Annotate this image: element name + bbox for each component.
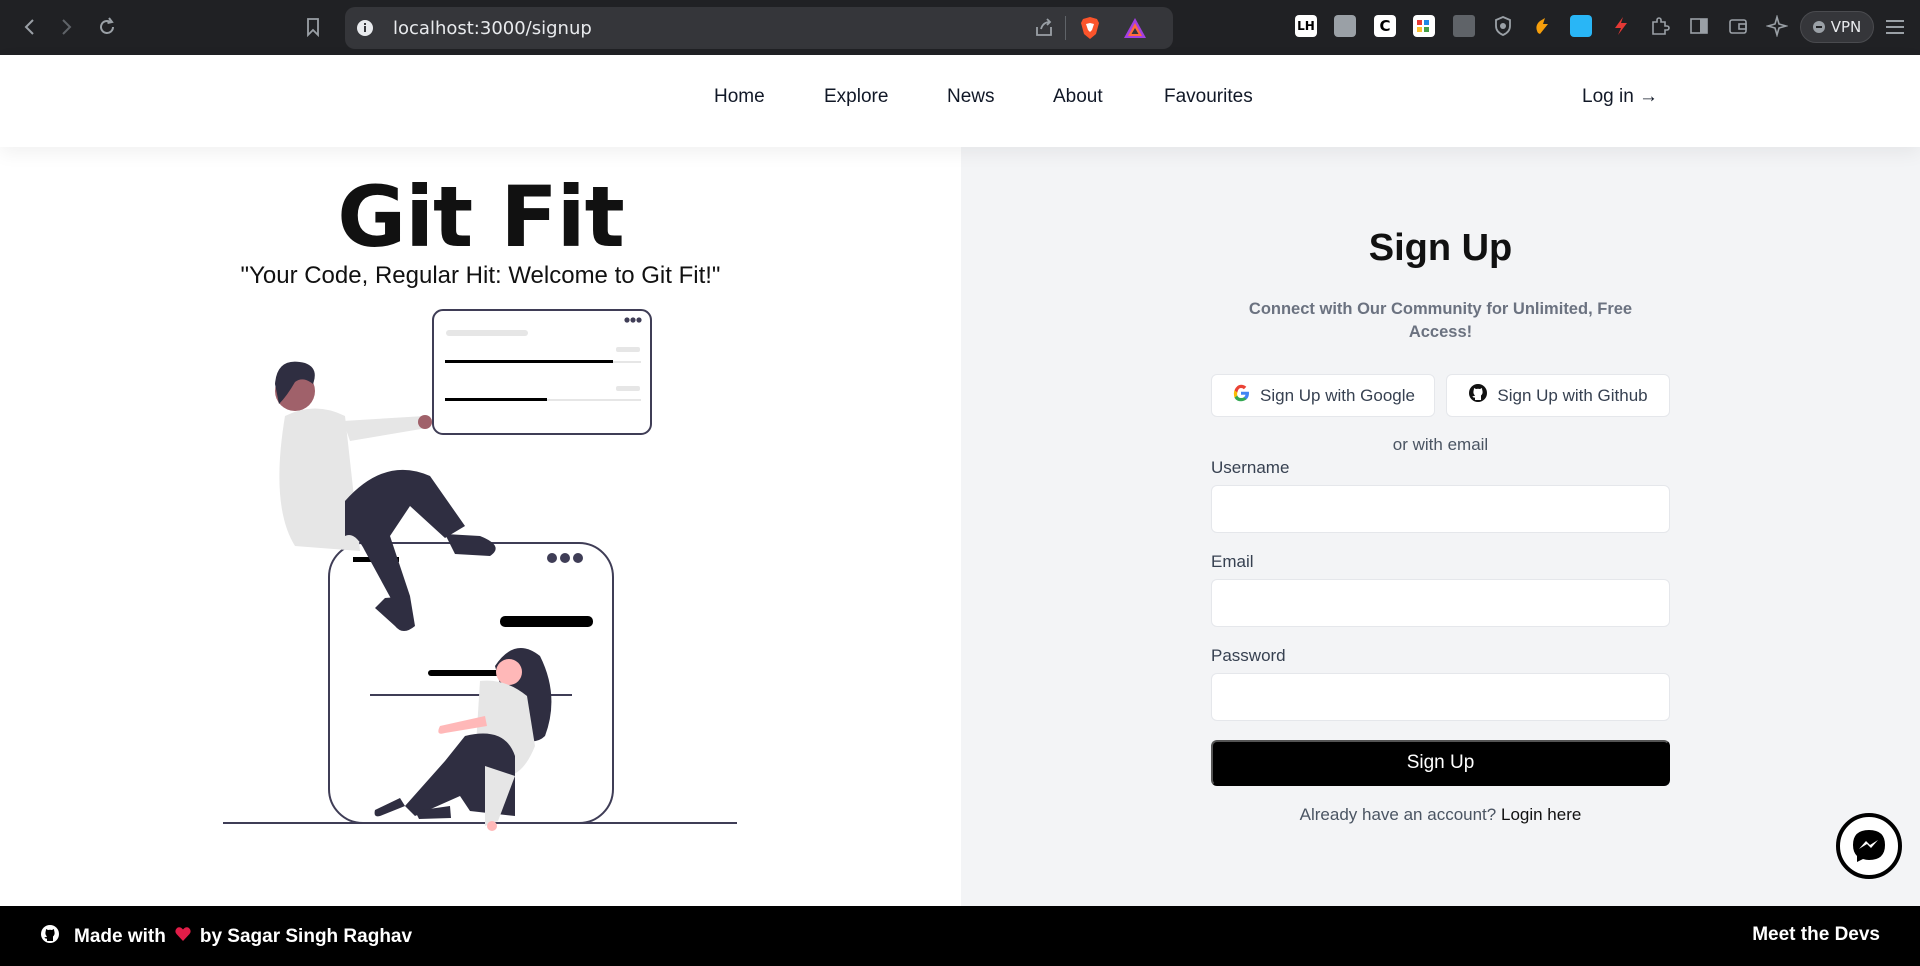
nav-explore[interactable]: Explore [824,86,888,108]
site-info-icon[interactable] [355,18,375,42]
login-link[interactable]: Log in → [1582,86,1658,108]
address-bar[interactable]: localhost:3000/signup [345,7,1173,49]
leo-icon[interactable] [1765,14,1789,38]
wallet-icon[interactable] [1727,15,1749,37]
github-icon [1468,383,1488,408]
url-text[interactable]: localhost:3000/signup [393,18,592,39]
forward-icon[interactable] [54,14,80,40]
or-with-email: or with email [1392,435,1489,454]
lighthouse-icon[interactable]: LH [1295,15,1317,37]
browser-toolbar: localhost:3000/signup LH C VPN [0,0,1920,55]
brand-title: Git Fit [337,168,624,266]
site-footer: Made with by Sagar Singh Raghav Meet the… [0,906,1920,966]
ext-orange-icon[interactable] [1531,15,1553,37]
footer-credit: Made with by Sagar Singh Raghav [40,924,412,950]
nav-news[interactable]: News [947,86,995,108]
nav-favourites[interactable]: Favourites [1164,86,1253,108]
signup-submit-button[interactable]: Sign Up [1211,740,1670,786]
ext-shield-icon[interactable] [1492,15,1514,37]
email-field[interactable] [1211,579,1670,627]
vpn-label: VPN [1830,18,1862,36]
brave-shield-icon[interactable] [1079,16,1101,44]
password-field[interactable] [1211,673,1670,721]
bookmark-icon[interactable] [300,14,326,40]
github-icon[interactable] [40,924,60,950]
username-field[interactable] [1211,485,1670,533]
google-icon [1231,383,1251,408]
reload-icon[interactable] [94,14,120,40]
login-prompt: Already have an account? Login here [1211,805,1670,825]
ext-grey-icon[interactable] [1334,15,1356,37]
ext-c-icon[interactable]: C [1374,15,1396,37]
tagline: "Your Code, Regular Hit: Welcome to Git … [240,262,721,289]
meet-the-devs-link[interactable]: Meet the Devs [1752,924,1880,946]
signup-subtitle: Connect with Our Community for Unlimited… [1248,300,1633,341]
hero-illustration [215,306,745,840]
ext-window-icon[interactable] [1453,15,1475,37]
share-icon[interactable] [1033,17,1055,43]
ext-color-icon[interactable] [1413,15,1435,37]
puzzle-icon[interactable] [1649,15,1671,37]
brave-rewards-icon[interactable] [1123,17,1147,43]
ext-red-icon[interactable] [1610,15,1632,37]
already-text: Already have an account? [1299,805,1497,824]
site-header: Home Explore News About Favourites Log i… [0,55,1920,147]
nav-about[interactable]: About [1053,86,1103,108]
login-here-link[interactable]: Login here [1501,805,1581,824]
messenger-chat-icon[interactable] [1836,813,1902,879]
nav-home[interactable]: Home [714,86,765,108]
email-label: Email [1211,552,1254,571]
username-label: Username [1211,458,1290,477]
sidebar-icon[interactable] [1688,15,1710,37]
author-text: by Sagar Singh Raghav [199,926,413,947]
vpn-button[interactable]: VPN [1800,11,1874,43]
hamburger-menu-icon[interactable] [1882,14,1908,40]
ext-blue-icon[interactable] [1570,15,1592,37]
signup-title: Sign Up [1368,227,1513,269]
vpn-status-icon [1812,21,1825,33]
google-signup-button[interactable]: Sign Up with Google [1211,374,1435,417]
github-signup-label: Sign Up with Github [1497,385,1648,405]
back-icon[interactable] [16,14,42,40]
heart-icon [174,925,192,949]
github-signup-button[interactable]: Sign Up with Github [1446,374,1670,417]
google-signup-label: Sign Up with Google [1260,385,1415,405]
divider [1065,16,1066,40]
password-label: Password [1211,646,1286,665]
made-with-text: Made with [74,926,166,947]
